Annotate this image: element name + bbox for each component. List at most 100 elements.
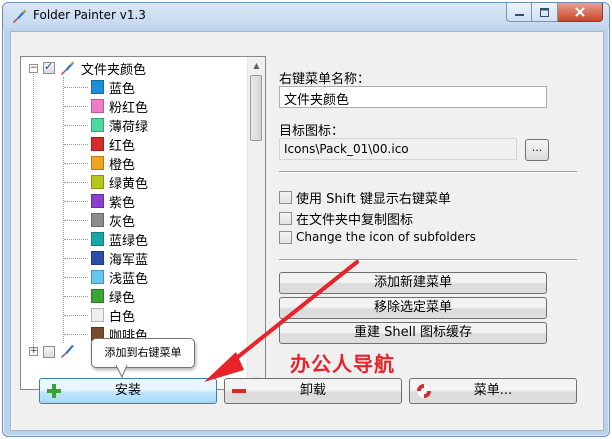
tree-line	[64, 220, 88, 221]
checkbox[interactable]	[279, 212, 292, 225]
tree-item[interactable]: 灰色	[21, 211, 247, 230]
tree-item[interactable]: 蓝绿色	[21, 230, 247, 249]
tree-item[interactable]: 绿黄色	[21, 173, 247, 192]
minus-icon	[232, 389, 246, 393]
settings-panel: 右键菜单名称： 文件夹颜色 目标图标： Icons\Pack_01\00.ico…	[279, 54, 589, 354]
tree-item-label: 浅蓝色	[109, 272, 149, 287]
tree-item-label: 绿色	[109, 291, 136, 306]
maximize-button[interactable]	[532, 3, 558, 22]
paint-brush-icon	[13, 9, 26, 23]
tree-item-label: 薄荷绿	[109, 120, 149, 135]
divider	[279, 259, 577, 261]
tree-item[interactable]: 蓝色	[21, 78, 247, 97]
minimize-icon	[514, 13, 524, 16]
folder-color-swatch-icon	[91, 289, 104, 303]
tree-line	[64, 277, 88, 278]
tree-item[interactable]: 绿色	[21, 287, 247, 306]
tree-item[interactable]: 白色	[21, 306, 247, 325]
tree-item[interactable]: 粉红色	[21, 97, 247, 116]
checkbox[interactable]	[279, 230, 292, 244]
tree-line	[64, 87, 88, 88]
tree-item-label: 灰色	[109, 215, 136, 230]
folder-color-swatch-icon	[91, 251, 104, 265]
folder-color-swatch-icon	[91, 156, 104, 170]
tree-item[interactable]: 橙色	[21, 154, 247, 173]
tree-root-label: 文件夹颜色	[81, 63, 147, 78]
folder-color-swatch-icon	[91, 213, 104, 227]
tree-line	[64, 163, 88, 164]
menu-name-label: 右键菜单名称：	[279, 72, 371, 87]
rebuild-cache-button[interactable]: 重建 Shell 图标缓存	[279, 322, 547, 344]
tree-item-label: 白色	[109, 310, 136, 325]
tree-item-label: 蓝色	[109, 82, 136, 97]
tree-line	[64, 315, 88, 316]
tree-item-label: 粉红色	[109, 101, 149, 116]
tree-item[interactable]: 红色	[21, 135, 247, 154]
option-subfolders[interactable]: Change the icon of subfolders	[279, 230, 476, 244]
tree-item[interactable]: 海军蓝	[21, 249, 247, 268]
tree-line	[64, 182, 88, 183]
checkbox[interactable]	[279, 191, 292, 204]
tooltip: 添加到右键菜单	[91, 338, 195, 368]
tree-item-label: 紫色	[109, 196, 136, 211]
lifebuoy-icon	[417, 384, 431, 398]
tree-item-label: 海军蓝	[109, 253, 149, 268]
scroll-up-arrow-icon[interactable]: ▲	[248, 57, 265, 74]
tree-line	[64, 106, 88, 107]
uninstall-label: 卸载	[299, 383, 326, 398]
menu-name-input[interactable]: 文件夹颜色	[279, 86, 547, 108]
icon-path-field[interactable]: Icons\Pack_01\00.ico	[279, 138, 517, 160]
tree-line	[64, 296, 88, 297]
divider	[279, 171, 577, 173]
tree-item[interactable]: 紫色	[21, 192, 247, 211]
folder-color-swatch-icon	[91, 232, 104, 246]
install-button[interactable]: 安装	[39, 378, 217, 404]
root-checkbox[interactable]	[43, 60, 55, 74]
tooltip-tail	[116, 365, 128, 379]
tree-line	[64, 201, 88, 202]
close-icon	[575, 7, 585, 17]
add-menu-button[interactable]: 添加新建菜单	[279, 272, 547, 294]
folder-color-swatch-icon	[91, 99, 104, 113]
title-bar[interactable]: Folder Painter v1.3	[3, 3, 609, 29]
minimize-button[interactable]	[506, 3, 532, 22]
option-shift-key[interactable]: 使用 Shift 键显示右键菜单	[279, 188, 451, 207]
tree-item-label: 绿黄色	[109, 177, 149, 192]
tree-line	[64, 144, 88, 145]
folder-color-swatch-icon	[91, 137, 104, 151]
menu-label: 菜单...	[473, 383, 513, 398]
tree-root[interactable]: − 文件夹颜色	[21, 59, 247, 78]
remove-menu-button[interactable]: 移除选定菜单	[279, 297, 547, 319]
tree-item[interactable]: 浅蓝色	[21, 268, 247, 287]
paint-brush-icon	[61, 345, 74, 358]
folder-color-swatch-icon	[91, 270, 104, 284]
tree-line	[64, 258, 88, 259]
folder-color-swatch-icon	[91, 194, 104, 208]
expand-toggle[interactable]: +	[29, 347, 38, 356]
window-title: Folder Painter v1.3	[33, 8, 146, 22]
plus-icon	[47, 384, 61, 398]
tree-item-label: 蓝绿色	[109, 234, 149, 249]
tree-item[interactable]: 薄荷绿	[21, 116, 247, 135]
tree-line	[64, 125, 88, 126]
uninstall-button[interactable]: 卸载	[224, 378, 402, 404]
watermark-text: 办公人导航	[290, 352, 395, 376]
collapse-toggle[interactable]: −	[29, 64, 38, 73]
folder-color-swatch-icon	[91, 118, 104, 132]
tree-item-label: 橙色	[109, 158, 136, 173]
browse-button[interactable]: ...	[525, 139, 549, 161]
folder-color-swatch-icon	[91, 175, 104, 189]
tree-line	[64, 239, 88, 240]
folder-color-swatch-icon	[91, 80, 104, 94]
option-label: Change the icon of subfolders	[296, 230, 476, 244]
option-label: 使用 Shift 键显示右键菜单	[296, 192, 451, 207]
window-controls	[506, 3, 603, 23]
menu-button[interactable]: 菜单...	[409, 378, 577, 404]
maximize-icon	[540, 7, 549, 17]
tree-checkbox[interactable]	[43, 346, 55, 358]
tree-scrollbar[interactable]: ▲ ▼	[247, 57, 265, 389]
close-button[interactable]	[558, 3, 603, 22]
option-copy-icon[interactable]: 在文件夹中复制图标	[279, 209, 413, 228]
paint-brush-icon	[61, 61, 74, 75]
scrollbar-thumb[interactable]	[250, 75, 262, 141]
